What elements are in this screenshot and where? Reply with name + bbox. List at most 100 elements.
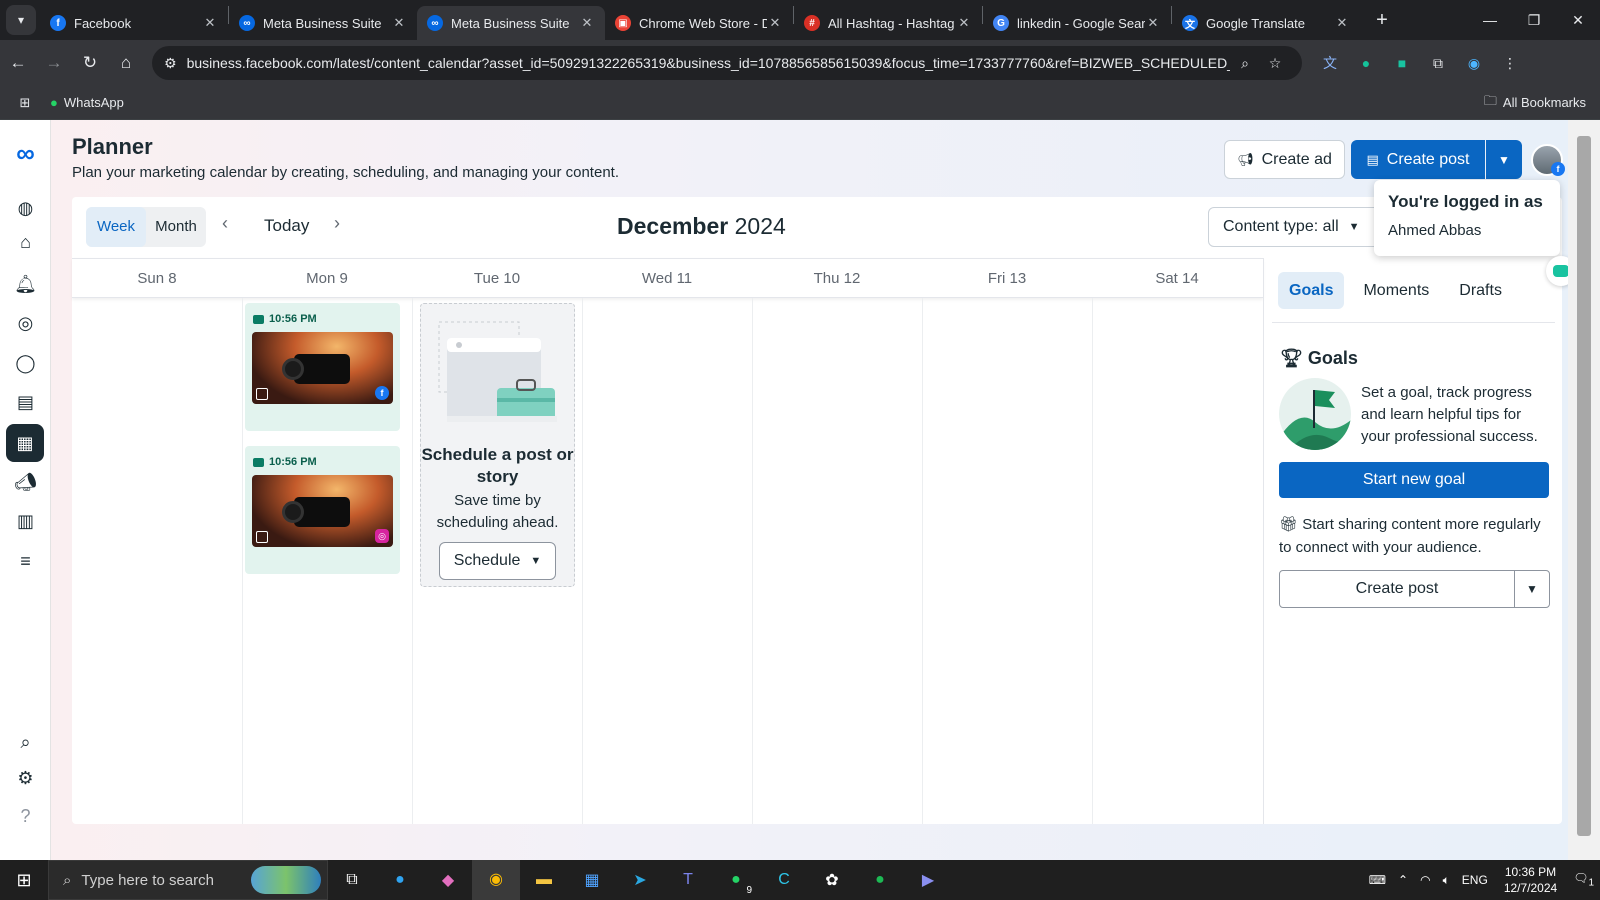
close-window-button[interactable]: ✕ — [1556, 0, 1600, 40]
browser-tab[interactable]: ∞ Meta Business Suite ✕ — [417, 6, 605, 40]
browser-tab[interactable]: ∞ Meta Business Suite ✕ — [229, 6, 417, 40]
profile-icon[interactable]: ◉ — [1456, 55, 1492, 72]
telegram-icon[interactable]: ➤ — [616, 870, 664, 890]
all-tools-nav-icon[interactable]: ≡ — [0, 551, 51, 572]
chrome-icon[interactable]: ◉ — [472, 860, 520, 900]
tooltip-username: Ahmed Abbas — [1388, 222, 1482, 239]
language-indicator[interactable]: ENG — [1462, 873, 1488, 887]
create-post-button[interactable]: ▤ Create post — [1351, 140, 1485, 179]
compass-nav-icon[interactable]: ◎ — [0, 313, 51, 334]
reload-icon[interactable]: ↻ — [72, 53, 108, 73]
network-icon[interactable]: ◠ — [1420, 873, 1430, 887]
ads-nav-icon[interactable]: 📣︎ — [0, 472, 51, 493]
scheduled-post[interactable]: 10:56 PM f — [245, 303, 400, 431]
zoom-icon[interactable]: ⌕ — [1230, 55, 1260, 72]
back-icon[interactable]: ← — [0, 53, 36, 73]
clock[interactable]: 10:36 PM 12/7/2024 — [1504, 864, 1557, 896]
post-thumbnail: ◎ — [252, 475, 393, 547]
whatsapp-taskbar-icon[interactable]: ● 9 — [712, 871, 760, 896]
help-nav-icon[interactable]: ? — [0, 806, 51, 827]
new-tab-button[interactable]: + — [1368, 9, 1396, 32]
teams-icon[interactable]: T — [664, 871, 712, 889]
today-button[interactable]: Today — [264, 216, 309, 236]
copilot-icon[interactable]: ◆ — [424, 870, 472, 890]
tab-close-icon[interactable]: ✕ — [1145, 15, 1161, 31]
grammarly-extension-icon[interactable]: ● — [1348, 55, 1384, 71]
tab-close-icon[interactable]: ✕ — [956, 15, 972, 31]
canva-icon[interactable]: C — [760, 871, 808, 889]
day-header: Sun 8 — [137, 270, 177, 287]
create-ad-button[interactable]: 📢︎ Create ad — [1224, 140, 1345, 179]
tray-chevron-icon[interactable]: ⌃ — [1398, 873, 1408, 887]
address-bar[interactable]: ⚙ business.facebook.com/latest/content_c… — [152, 46, 1302, 80]
task-view-icon[interactable]: ⧉ — [328, 871, 376, 889]
week-view-button[interactable]: Week — [86, 207, 146, 247]
site-info-icon[interactable]: ⚙ — [164, 55, 177, 72]
browser-tab[interactable]: # All Hashtag - Hashtag ✕ — [794, 6, 982, 40]
sidebar-tab-goals[interactable]: Goals — [1278, 272, 1345, 309]
chatgpt-icon[interactable]: ✿ — [808, 870, 856, 890]
scheduled-post[interactable]: 10:56 PM ◎ — [245, 446, 400, 574]
month-view-button[interactable]: Month — [146, 207, 206, 247]
planner-nav-icon[interactable]: ▦ — [6, 424, 44, 462]
home-nav-icon[interactable]: ⌂ — [0, 232, 51, 253]
tab-search-button[interactable]: ▾ — [6, 5, 36, 35]
content-nav-icon[interactable]: ▤ — [0, 392, 51, 413]
day-divider — [922, 298, 923, 824]
settings-nav-icon[interactable]: ⚙ — [0, 768, 51, 789]
tab-close-icon[interactable]: ✕ — [391, 15, 407, 31]
browser-tab[interactable]: 文 Google Translate ✕ — [1172, 6, 1360, 40]
bookmark-star-icon[interactable]: ☆ — [1260, 55, 1290, 72]
home-icon[interactable]: ⌂ — [108, 53, 144, 73]
browser-tab[interactable]: Glinkedin - Google Sear ✕ — [983, 6, 1171, 40]
chat-extension-icon[interactable]: ■ — [1384, 55, 1420, 71]
schedule-button[interactable]: Schedule ▼ — [439, 542, 556, 580]
profile-avatar[interactable]: f — [1531, 144, 1565, 176]
sidebar-tab-drafts[interactable]: Drafts — [1448, 272, 1513, 309]
sidebar-tab-moments[interactable]: Moments — [1352, 272, 1440, 309]
browser-menu-icon[interactable]: ⋮ — [1492, 55, 1528, 72]
page-scrollbar[interactable] — [1568, 120, 1600, 860]
content-type-filter[interactable]: Content type: all ▼ — [1208, 207, 1384, 247]
sidebar-create-post-dropdown[interactable]: ▼ — [1514, 570, 1550, 608]
create-post-dropdown-button[interactable]: ▼ — [1486, 140, 1522, 179]
account-avatar-icon[interactable]: ◍ — [0, 198, 51, 219]
app-icon[interactable]: ▶ — [904, 870, 952, 890]
volume-icon[interactable]: 🔈︎ — [1443, 873, 1450, 888]
tab-close-icon[interactable]: ✕ — [579, 15, 595, 31]
whatsapp-badge: 9 — [746, 885, 752, 896]
page-subtitle: Plan your marketing calendar by creating… — [72, 164, 619, 181]
notifications-nav-icon[interactable]: 🔔︎ — [0, 274, 51, 295]
start-new-goal-button[interactable]: Start new goal — [1279, 462, 1549, 498]
tab-close-icon[interactable]: ✕ — [202, 15, 218, 31]
sidebar-tabs: Goals Moments Drafts — [1278, 272, 1521, 309]
inbox-nav-icon[interactable]: ◯ — [0, 353, 51, 374]
windows-start-icon[interactable]: ⊞ — [0, 870, 48, 891]
apps-grid-icon[interactable]: ⊞ — [0, 95, 50, 111]
previous-week-icon[interactable]: ‹ — [222, 213, 228, 234]
edge-icon[interactable]: ● — [376, 871, 424, 889]
search-nav-icon[interactable]: ⌕ — [0, 732, 51, 753]
microsoft-store-icon[interactable]: ▦ — [568, 870, 616, 890]
scrollbar-thumb[interactable] — [1577, 136, 1591, 836]
sidebar-create-post-button[interactable]: Create post — [1279, 570, 1515, 608]
forward-icon[interactable]: → — [36, 53, 72, 73]
next-week-icon[interactable]: › — [334, 213, 340, 234]
insights-nav-icon[interactable]: ▥ — [0, 511, 51, 532]
taskbar-search[interactable]: ⌕ Type here to search — [48, 860, 328, 900]
browser-tab[interactable]: f Facebook ✕ — [40, 6, 228, 40]
keyboard-icon[interactable]: ⌨ — [1369, 873, 1386, 887]
maximize-button[interactable]: ❐ — [1512, 0, 1556, 40]
file-explorer-icon[interactable]: ▬ — [520, 871, 568, 889]
all-bookmarks-button[interactable]: All Bookmarks — [1503, 95, 1586, 110]
browser-tab[interactable]: ▣ Chrome Web Store - D ✕ — [605, 6, 793, 40]
tab-close-icon[interactable]: ✕ — [767, 15, 783, 31]
translate-extension-icon[interactable]: 文 — [1312, 53, 1348, 73]
extensions-puzzle-icon[interactable]: ⧉ — [1420, 55, 1456, 72]
tab-close-icon[interactable]: ✕ — [1334, 15, 1350, 31]
minimize-button[interactable]: — — [1468, 0, 1512, 40]
meta-logo-icon[interactable]: ∞ — [0, 138, 51, 169]
bookmark-whatsapp[interactable]: WhatsApp — [64, 95, 124, 110]
notifications-icon[interactable]: 🗨︎1 — [1573, 871, 1594, 888]
spotify-icon[interactable]: ● — [856, 871, 904, 889]
